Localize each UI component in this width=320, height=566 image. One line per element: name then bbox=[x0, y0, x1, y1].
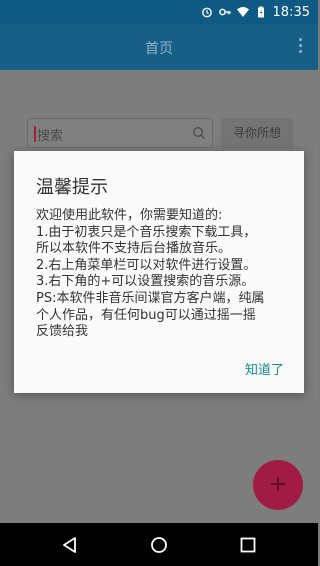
app-bar: 首页 bbox=[0, 24, 318, 70]
dialog-line: PS:本软件非音乐间谍官方客户端，纯属 bbox=[36, 290, 265, 306]
page-title: 首页 bbox=[145, 41, 173, 57]
recents-icon[interactable] bbox=[238, 535, 258, 555]
dialog-title: 温馨提示 bbox=[36, 177, 108, 198]
text-cursor bbox=[34, 126, 36, 142]
dialog-line: 反馈给我 bbox=[36, 324, 89, 340]
dialog-line: 个人作品，有任何bug可以通过摇一摇 bbox=[36, 307, 256, 323]
status-bar: 18:35 bbox=[0, 0, 318, 24]
dialog-message: 欢迎使用此软件，你需要知道的: 1.由于初衷只是个音乐搜索下载工具， 所以本软件… bbox=[36, 208, 292, 341]
home-icon[interactable] bbox=[149, 535, 169, 555]
confirm-button[interactable]: 知道了 bbox=[245, 359, 284, 378]
dialog-line: 3.右下角的+可以设置搜索的音乐源。 bbox=[36, 274, 255, 290]
search-button[interactable]: 寻你所想 bbox=[221, 118, 293, 148]
wifi-icon bbox=[236, 7, 249, 17]
dialog-line: 欢迎使用此软件，你需要知道的: bbox=[36, 208, 223, 223]
battery-icon bbox=[257, 6, 264, 18]
add-source-fab[interactable]: + bbox=[253, 460, 303, 510]
alarm-icon bbox=[201, 7, 212, 18]
more-vert-icon[interactable] bbox=[298, 38, 304, 56]
dialog-line: 所以本软件不支持后台播放音乐。 bbox=[36, 241, 232, 257]
search-input[interactable]: 搜索 bbox=[27, 118, 213, 148]
dialog-line: 1.由于初衷只是个音乐搜索下载工具， bbox=[36, 224, 257, 240]
navigation-bar bbox=[0, 523, 318, 566]
back-icon[interactable] bbox=[60, 535, 80, 555]
key-icon bbox=[218, 8, 231, 16]
tips-dialog: 温馨提示 欢迎使用此软件，你需要知道的: 1.由于初衷只是个音乐搜索下载工具， … bbox=[14, 151, 304, 393]
status-time: 18:35 bbox=[272, 4, 310, 20]
dialog-line: 2.右上角菜单栏可以对软件进行设置。 bbox=[36, 257, 257, 273]
search-placeholder: 搜索 bbox=[37, 129, 64, 144]
search-icon bbox=[193, 127, 205, 139]
